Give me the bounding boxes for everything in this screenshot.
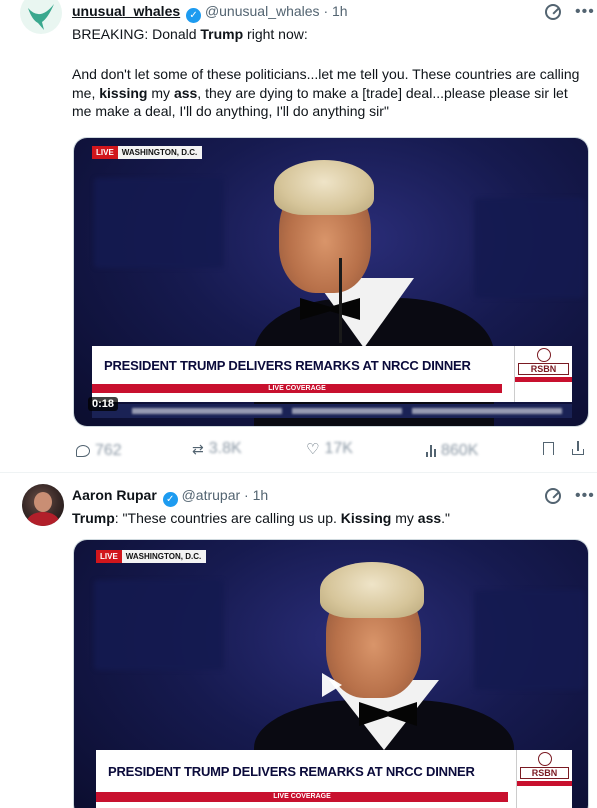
bold-keyword: Trump — [200, 26, 244, 42]
ticker-text — [292, 408, 402, 414]
more-icon[interactable]: ••• — [575, 4, 595, 20]
tweet-aaron-rupar[interactable]: Aaron Rupar ✓ @atrupar · 1h ••• Trump: "… — [0, 475, 597, 808]
handle[interactable]: @atrupar — [182, 487, 241, 503]
tweet-unusual-whales[interactable]: unusual_whales ✓ @unusual_whales · 1h ••… — [0, 0, 597, 470]
brand-bar — [517, 781, 572, 786]
background-flag — [474, 590, 584, 690]
verified-badge-icon: ✓ — [162, 492, 178, 507]
grok-icon[interactable] — [545, 488, 561, 504]
bold-keyword: ass — [417, 510, 442, 526]
header-actions: ••• — [545, 4, 595, 20]
separator: · — [323, 3, 329, 19]
bold-keyword: Kissing — [340, 510, 392, 526]
video-player[interactable]: LIVE WASHINGTON, D.C. PRESIDENT TRUMP DE… — [73, 137, 589, 427]
verified-badge-icon: ✓ — [186, 8, 202, 23]
grok-icon[interactable] — [545, 4, 561, 20]
microphone — [339, 258, 342, 343]
ticker-text — [412, 408, 562, 414]
tweet-text-line1: BREAKING: Donald Trump right now: — [72, 25, 587, 44]
rsbn-logo: RSBN — [516, 750, 572, 808]
tweet-text-body: And don't let some of these politicians.… — [72, 65, 590, 121]
ticker-text — [132, 408, 282, 414]
repost-icon: ⇄ — [192, 440, 204, 457]
news-ticker — [92, 404, 572, 418]
bold-keyword: ass — [173, 84, 198, 101]
views-button[interactable]: 860K — [426, 442, 478, 460]
live-location-tag: LIVE WASHINGTON, D.C. — [92, 146, 203, 159]
live-label: LIVE — [92, 146, 118, 159]
video-timestamp: 0:18 — [88, 397, 119, 411]
bookmark-button[interactable] — [543, 442, 554, 455]
share-button[interactable] — [571, 441, 585, 455]
views-count: 860K — [441, 442, 479, 459]
video-player[interactable]: LIVE WASHINGTON, D.C. PRESIDENT TRUMP DE… — [73, 539, 589, 808]
separator: · — [244, 487, 249, 503]
reply-count: 762 — [95, 442, 122, 459]
views-icon — [426, 445, 436, 457]
profile-photo-icon — [27, 492, 59, 526]
display-name[interactable]: Aaron Rupar — [72, 487, 157, 503]
reply-button[interactable]: 762 — [76, 442, 122, 460]
whale-logo-icon — [28, 4, 54, 30]
text-segment: my — [391, 510, 418, 526]
speaker-hair — [274, 160, 374, 215]
seal-icon — [537, 752, 552, 766]
handle[interactable]: @unusual_whales — [205, 3, 320, 19]
brand-label: RSBN — [518, 363, 569, 375]
lower-third: PRESIDENT TRUMP DELIVERS REMARKS AT NRCC… — [92, 346, 572, 402]
display-name[interactable]: unusual_whales — [72, 3, 180, 19]
like-count: 17K — [324, 440, 353, 457]
rsbn-logo: RSBN — [514, 346, 572, 402]
brand-bar — [515, 377, 572, 382]
tweet-header: unusual_whales ✓ @unusual_whales · 1h — [72, 3, 348, 23]
background-flag — [474, 198, 584, 298]
more-icon[interactable]: ••• — [575, 488, 595, 504]
bookmark-icon — [543, 442, 554, 455]
divider — [0, 472, 597, 473]
tweet-text-body: Trump: "These countries are calling us u… — [72, 509, 587, 528]
brand-label: RSBN — [520, 767, 569, 779]
red-bar: LIVE COVERAGE — [92, 384, 502, 393]
like-icon: ♡ — [306, 441, 320, 458]
header-actions: ••• — [545, 488, 595, 504]
headline: PRESIDENT TRUMP DELIVERS REMARKS AT NRCC… — [104, 358, 471, 373]
bold-keyword: kissing — [99, 84, 148, 101]
reply-icon — [76, 445, 90, 457]
text-segment: ." — [441, 510, 451, 526]
share-icon — [571, 441, 585, 455]
timestamp[interactable]: 1h — [332, 3, 348, 19]
bold-keyword: Trump — [72, 510, 115, 526]
like-button[interactable]: ♡ 17K — [306, 440, 353, 458]
live-label: LIVE — [96, 550, 122, 563]
red-bar: LIVE COVERAGE — [96, 792, 508, 802]
speaker-hair — [320, 562, 424, 618]
location-label: WASHINGTON, D.C. — [121, 148, 198, 157]
text-segment: right now: — [243, 26, 308, 42]
live-location-tag: LIVE WASHINGTON, D.C. — [96, 550, 207, 563]
seal-icon — [536, 348, 551, 362]
background-flag — [94, 580, 224, 670]
timestamp[interactable]: 1h — [253, 487, 269, 503]
play-icon[interactable] — [322, 673, 342, 697]
text-segment: my — [147, 84, 174, 101]
headline: PRESIDENT TRUMP DELIVERS REMARKS AT NRCC… — [108, 764, 475, 779]
background-flag — [94, 178, 224, 268]
text-segment: BREAKING: Donald — [72, 26, 201, 42]
text-segment: : "These countries are calling us up. — [114, 510, 341, 526]
repost-button[interactable]: ⇄ 3.8K — [192, 440, 242, 458]
avatar[interactable] — [20, 0, 62, 34]
repost-count: 3.8K — [208, 440, 242, 457]
location-label: WASHINGTON, D.C. — [125, 552, 202, 561]
avatar[interactable] — [22, 484, 64, 526]
tweet-header: Aaron Rupar ✓ @atrupar · 1h — [72, 487, 268, 507]
lower-third: PRESIDENT TRUMP DELIVERS REMARKS AT NRCC… — [96, 750, 572, 808]
